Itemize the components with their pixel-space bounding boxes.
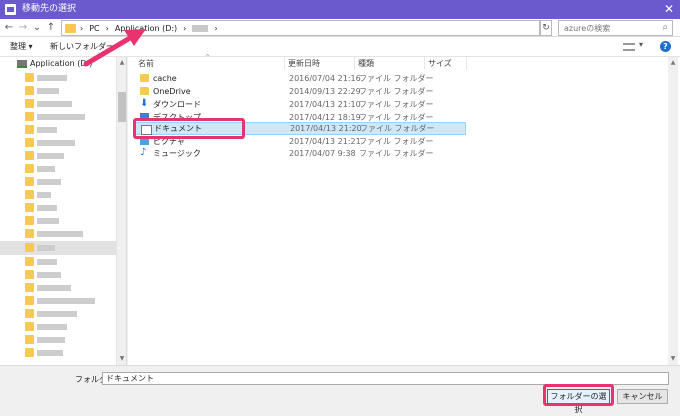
breadcrumb-pc[interactable]: PC: [89, 24, 99, 33]
nav-folder[interactable]: [25, 176, 115, 188]
address-bar[interactable]: › PC › Application (D:) › ›: [61, 20, 540, 36]
view-dropdown-icon[interactable]: ▾: [639, 40, 643, 49]
nav-folder[interactable]: [25, 85, 115, 97]
file-type: ファイル フォルダー: [359, 100, 434, 109]
new-folder-button[interactable]: 新しいフォルダー: [50, 41, 114, 52]
nav-folder[interactable]: [25, 295, 115, 307]
file-type: ファイル フォルダー: [359, 87, 434, 96]
refresh-icon[interactable]: ↻: [540, 20, 552, 36]
nav-folder[interactable]: [25, 111, 115, 123]
close-icon[interactable]: ✕: [664, 2, 674, 16]
nav-folder-selected[interactable]: [0, 241, 116, 255]
help-icon[interactable]: ?: [660, 41, 671, 52]
nav-folder[interactable]: [25, 163, 115, 175]
file-row[interactable]: ♪ ミュージック 2017/04/07 9:38 ファイル フォルダー: [134, 148, 466, 159]
file-type: ファイル フォルダー: [360, 124, 435, 133]
nav-folder[interactable]: [25, 228, 115, 240]
scroll-up-icon[interactable]: ▲: [118, 58, 126, 67]
history-chevron-icon[interactable]: ⌄: [31, 21, 43, 35]
nav-folder[interactable]: [25, 98, 115, 110]
breadcrumb: › PC › Application (D:) › ›: [80, 24, 218, 33]
nav-item-drive-label: Application (D:): [30, 59, 93, 68]
nav-scrollbar[interactable]: ▲ ▼: [117, 57, 127, 365]
address-row: ← → ⌄ ↑ › PC › Application (D:) › › ↻ azureの検…: [0, 19, 680, 37]
organize-button[interactable]: 整理 ▾: [10, 41, 33, 52]
nav-folder[interactable]: [25, 189, 115, 201]
column-header-date[interactable]: 更新日時: [285, 57, 355, 70]
nav-folder[interactable]: [25, 308, 115, 320]
scroll-up-icon[interactable]: ▲: [669, 58, 677, 67]
file-type: ファイル フォルダー: [359, 149, 434, 158]
cancel-button[interactable]: キャンセル: [617, 389, 668, 404]
nav-folder[interactable]: [25, 150, 115, 162]
window-title: 移動先の選択: [22, 4, 77, 14]
highlight-select-button: [543, 384, 614, 406]
highlight-document-row: [133, 118, 245, 139]
nav-item-drive[interactable]: Application (D:): [17, 58, 92, 69]
file-type: ファイル フォルダー: [359, 74, 434, 83]
nav-folder[interactable]: [25, 334, 115, 346]
forward-arrow-icon[interactable]: →: [17, 21, 29, 35]
up-arrow-icon[interactable]: ↑: [45, 21, 57, 35]
file-date: 2017/04/13 21:20: [290, 124, 362, 133]
download-icon: ⬇: [140, 98, 149, 109]
toolbar: 整理 ▾ 新しいフォルダー ▾ ?: [0, 37, 680, 57]
file-scrollbar[interactable]: ▲ ▼: [668, 57, 678, 365]
nav-folder[interactable]: [25, 137, 115, 149]
search-icon: ⌕: [662, 22, 668, 33]
sort-arrow-icon: ^: [205, 54, 211, 61]
scroll-down-icon[interactable]: ▼: [118, 354, 126, 363]
folder-icon: [140, 87, 149, 95]
file-name: cache: [153, 74, 177, 83]
file-row[interactable]: OneDrive 2014/09/13 22:29 ファイル フォルダー: [134, 86, 466, 97]
file-name: ミュージック: [153, 149, 201, 158]
scroll-thumb[interactable]: [118, 92, 126, 122]
nav-folder[interactable]: [25, 215, 115, 227]
file-date: 2017/04/07 9:38: [289, 149, 356, 158]
drive-icon: [17, 59, 27, 68]
column-header-type[interactable]: 種類: [355, 57, 425, 70]
file-date: 2017/04/13 21:10: [289, 100, 361, 109]
breadcrumb-drive[interactable]: Application (D:): [115, 24, 177, 33]
file-list[interactable]: 名前 ^ 更新日時 種類 サイズ cache 2016/07/04 21:16 …: [128, 54, 680, 365]
back-arrow-icon[interactable]: ←: [3, 21, 15, 35]
search-placeholder: azureの検索: [564, 24, 611, 33]
folder-icon: [65, 24, 76, 33]
file-name: OneDrive: [153, 87, 191, 96]
file-name: ダウンロード: [153, 100, 201, 109]
file-date: 2016/07/04 21:16: [289, 74, 361, 83]
music-icon: ♪: [140, 147, 147, 158]
file-date: 2014/09/13 22:29: [289, 87, 361, 96]
navigation-pane[interactable]: Application (D:): [0, 57, 117, 365]
search-input[interactable]: azureの検索 ⌕: [558, 20, 673, 36]
nav-folder[interactable]: [25, 124, 115, 136]
title-bar: 移動先の選択 ✕: [0, 0, 680, 19]
folder-icon: [140, 74, 149, 82]
nav-folder[interactable]: [25, 256, 115, 268]
file-date: 2017/04/13 21:21: [289, 137, 361, 146]
nav-folder[interactable]: [25, 282, 115, 294]
nav-folder[interactable]: [25, 321, 115, 333]
nav-folder[interactable]: [25, 269, 115, 281]
file-type: ファイル フォルダー: [359, 137, 434, 146]
file-row[interactable]: ⬇ ダウンロード 2017/04/13 21:10 ファイル フォルダー: [134, 99, 466, 110]
nav-folder[interactable]: [25, 202, 115, 214]
scroll-down-icon[interactable]: ▼: [669, 354, 677, 363]
window-icon: [5, 4, 16, 15]
column-header-size[interactable]: サイズ: [425, 57, 467, 70]
breadcrumb-blurred[interactable]: [192, 25, 209, 32]
file-row[interactable]: cache 2016/07/04 21:16 ファイル フォルダー: [134, 73, 466, 84]
nav-folder[interactable]: [25, 72, 115, 84]
view-options-icon[interactable]: [623, 43, 635, 51]
nav-folder[interactable]: [25, 347, 115, 359]
